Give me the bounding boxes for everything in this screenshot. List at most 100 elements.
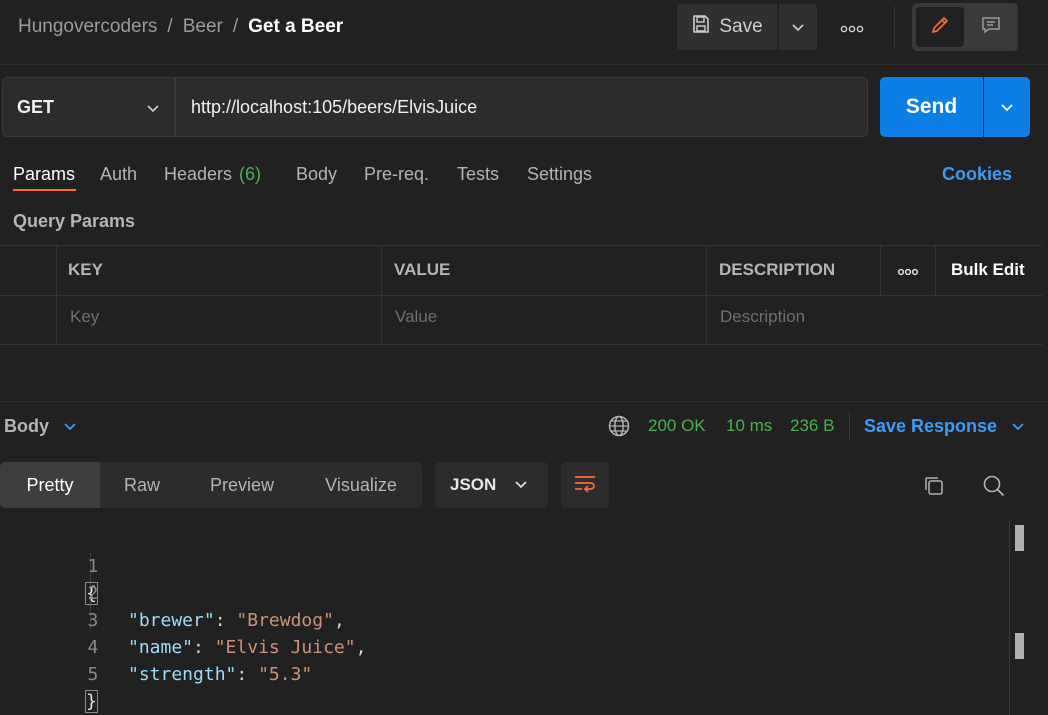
send-button[interactable]: Send [880, 77, 983, 137]
code-text: } [85, 688, 98, 715]
code-line: 2 "brewer": "Brewdog", [0, 553, 345, 631]
line-number: 4 [87, 637, 99, 658]
scrollbar-marker[interactable] [1015, 525, 1024, 551]
send-options-button[interactable] [984, 77, 1030, 137]
code-text: "name": "Elvis Juice", [128, 634, 366, 661]
json-colon: : [214, 610, 237, 631]
json-value: "Elvis Juice" [214, 637, 356, 658]
breadcrumb-separator: / [232, 16, 239, 37]
comments-mode-button[interactable] [968, 7, 1014, 47]
table-column-divider [706, 245, 707, 345]
bulk-edit-button[interactable]: Bulk Edit [951, 258, 1025, 282]
chevron-down-icon [791, 17, 805, 38]
json-value: "Brewdog" [236, 610, 334, 631]
breadcrumb: Hungovercoders / Beer / Get a Beer [18, 14, 343, 40]
brace-close: } [85, 690, 98, 713]
save-label: Save [719, 16, 763, 37]
code-line: 5 } [0, 634, 98, 713]
json-comma: , [333, 610, 345, 631]
response-status[interactable]: 200 OK [648, 414, 706, 438]
more-actions-button[interactable] [836, 14, 868, 40]
code-line: 3 "name": "Elvis Juice", [0, 580, 367, 658]
response-body-label: Body [4, 415, 49, 436]
wrap-icon [572, 472, 598, 499]
breadcrumb-collection[interactable]: Beer [183, 16, 223, 38]
tab-prereq[interactable]: Pre-req. [364, 161, 429, 187]
cookies-link[interactable]: Cookies [942, 161, 1012, 187]
save-options-button[interactable] [779, 4, 817, 50]
table-column-divider [935, 245, 936, 295]
column-header-key: KEY [68, 260, 103, 279]
json-key: "strength" [128, 664, 237, 685]
breadcrumb-workspace[interactable]: Hungovercoders [18, 16, 157, 38]
view-tab-pretty[interactable]: Pretty [0, 462, 100, 508]
scrollbar-marker[interactable] [1015, 633, 1024, 659]
tab-active-indicator [13, 189, 76, 191]
tab-auth[interactable]: Auth [100, 161, 137, 187]
chevron-down-icon [146, 98, 160, 119]
json-colon: : [236, 664, 259, 685]
column-header-description: DESCRIPTION [719, 260, 836, 279]
url-value: http://localhost:105/beers/ElvisJuice [191, 96, 478, 117]
tab-body[interactable]: Body [296, 161, 337, 187]
code-text: "strength": "5.3" [128, 661, 312, 688]
param-description-input[interactable]: Description [720, 305, 805, 329]
headers-count-badge: (6) [239, 163, 262, 184]
chevron-down-icon [1000, 97, 1014, 118]
param-value-input[interactable]: Value [395, 305, 437, 329]
tab-settings[interactable]: Settings [527, 161, 592, 187]
format-value: JSON [450, 475, 497, 494]
save-button[interactable]: Save [677, 4, 777, 50]
url-input[interactable]: http://localhost:105/beers/ElvisJuice [175, 77, 868, 137]
view-tab-visualize[interactable]: Visualize [300, 462, 422, 508]
table-more-button[interactable] [896, 262, 920, 278]
chevron-down-icon [514, 475, 528, 495]
method-select[interactable]: GET [2, 77, 175, 137]
more-icon [840, 17, 864, 38]
response-size[interactable]: 236 B [790, 414, 834, 438]
line-number: 5 [87, 664, 99, 685]
format-select[interactable]: JSON [435, 462, 548, 508]
copy-icon[interactable] [921, 473, 947, 499]
json-value: "5.3" [258, 664, 313, 685]
tab-params[interactable]: Params [13, 161, 75, 187]
param-key-input[interactable]: Key [70, 305, 99, 329]
globe-icon[interactable] [607, 414, 631, 438]
chevron-down-icon [63, 416, 77, 437]
view-tab-preview[interactable]: Preview [184, 462, 300, 508]
tab-headers[interactable]: Headers (6) [164, 161, 261, 187]
response-time[interactable]: 10 ms [726, 414, 772, 438]
scrollbar-track[interactable] [1009, 520, 1010, 715]
divider [849, 412, 850, 440]
tab-tests[interactable]: Tests [457, 161, 499, 187]
breadcrumb-separator: / [167, 16, 173, 37]
line-number: 1 [87, 556, 99, 577]
json-key: "brewer" [128, 610, 215, 631]
pencil-icon [929, 14, 951, 41]
edit-mode-button[interactable] [916, 7, 964, 47]
save-response-label: Save Response [864, 415, 998, 436]
save-icon [691, 14, 711, 40]
comment-icon [980, 14, 1002, 41]
tab-headers-label: Headers [164, 163, 233, 184]
divider [894, 6, 895, 48]
line-number: 3 [87, 610, 99, 631]
table-row-divider [0, 295, 1042, 296]
json-key: "name" [128, 637, 194, 658]
line-number: 2 [87, 583, 99, 604]
header-divider [0, 64, 1048, 65]
code-line: 1 { [0, 526, 98, 605]
wrap-lines-button[interactable] [561, 462, 609, 508]
table-column-divider [381, 245, 382, 345]
request-title[interactable]: Get a Beer [248, 16, 343, 38]
json-comma: , [355, 637, 367, 658]
save-group: Save [677, 4, 817, 50]
search-icon[interactable] [981, 473, 1007, 499]
more-icon [897, 260, 919, 281]
chevron-down-icon [1011, 416, 1025, 437]
response-body-select[interactable]: Body [4, 414, 77, 438]
response-divider [0, 401, 1048, 402]
table-column-divider [880, 245, 881, 295]
save-response-button[interactable]: Save Response [864, 414, 1025, 438]
view-tab-raw[interactable]: Raw [100, 462, 184, 508]
